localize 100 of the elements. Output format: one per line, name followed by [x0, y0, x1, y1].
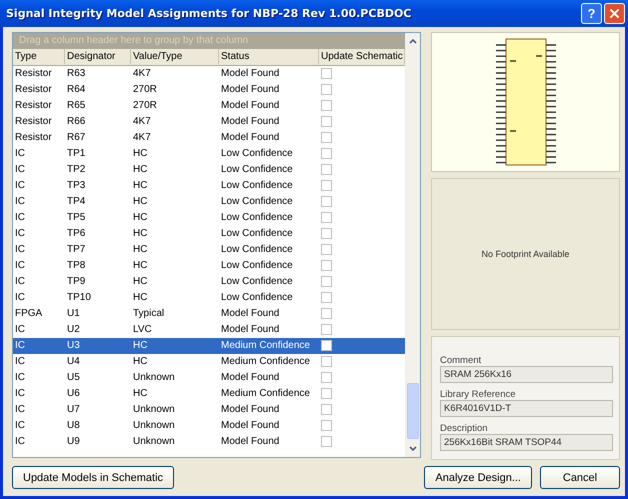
- table-cell-text: 4K7: [132, 116, 152, 128]
- checkbox[interactable]: [321, 372, 332, 384]
- table-cell-text: IC: [14, 244, 26, 256]
- checkbox[interactable]: [321, 356, 332, 368]
- checkbox[interactable]: [321, 68, 332, 80]
- checkbox[interactable]: [321, 84, 332, 96]
- table-row[interactable]: IC TP3 HC Low Confidence: [13, 178, 405, 194]
- close-icon[interactable]: [604, 2, 625, 24]
- table-cell-text: TP5: [66, 212, 86, 224]
- column-header[interactable]: Type: [13, 49, 65, 64]
- checkbox[interactable]: [321, 276, 332, 288]
- table-row[interactable]: Resistor R64 270R Model Found: [13, 82, 405, 98]
- checkbox[interactable]: [321, 164, 332, 176]
- checkbox[interactable]: [321, 292, 332, 304]
- table-cell-text: HC: [132, 340, 148, 352]
- table-cell-text: Low Confidence: [220, 260, 294, 272]
- checkbox[interactable]: [321, 228, 332, 240]
- checkbox[interactable]: [321, 388, 332, 400]
- table-row[interactable]: IC U3 HC Medium Confidence: [13, 338, 405, 354]
- checkbox[interactable]: [321, 420, 332, 432]
- table-cell-text: Model Found: [220, 116, 280, 128]
- table-row[interactable]: IC U2 LVC Model Found: [13, 322, 405, 338]
- table-cell-text: Model Found: [220, 372, 280, 384]
- table-cell-text: FPGA: [14, 308, 44, 320]
- table-cell-text: U8: [66, 420, 81, 432]
- table-row[interactable]: IC U4 HC Medium Confidence: [13, 354, 405, 370]
- table-cell-text: Low Confidence: [220, 148, 294, 160]
- update-models-button[interactable]: Update Models in Schematic: [12, 466, 174, 490]
- table-cell-text: 270R: [132, 84, 158, 96]
- checkbox[interactable]: [321, 244, 332, 256]
- table-cell-text: IC: [14, 356, 26, 368]
- checkbox[interactable]: [321, 324, 332, 336]
- checkbox[interactable]: [321, 148, 332, 160]
- table-cell-text: IC: [14, 148, 26, 160]
- table-row[interactable]: IC TP8 HC Low Confidence: [13, 258, 405, 274]
- table-cell-text: Low Confidence: [220, 292, 294, 304]
- scrollbar-thumb[interactable]: [407, 382, 419, 439]
- table-row[interactable]: IC U6 HC Medium Confidence: [13, 386, 405, 402]
- checkbox[interactable]: [321, 340, 332, 352]
- checkbox[interactable]: [321, 180, 332, 192]
- table-cell-text: HC: [132, 244, 148, 256]
- table-row[interactable]: IC TP10 HC Low Confidence: [13, 290, 405, 306]
- column-header[interactable]: Designator: [65, 49, 131, 64]
- checkbox[interactable]: [321, 404, 332, 416]
- table-cell-text: Model Found: [220, 404, 280, 416]
- table-cell-text: U2: [66, 324, 81, 336]
- table-row[interactable]: Resistor R67 4K7 Model Found: [13, 130, 405, 146]
- table-cell-text: R64: [66, 84, 86, 96]
- table-cell-text: IC: [14, 292, 26, 304]
- table-cell-text: Unknown: [132, 436, 176, 448]
- table-row[interactable]: IC TP6 HC Low Confidence: [13, 226, 405, 242]
- table-row[interactable]: IC TP4 HC Low Confidence: [13, 194, 405, 210]
- help-button[interactable]: ?: [581, 2, 602, 24]
- table-cell-text: U9: [66, 436, 81, 448]
- table-row[interactable]: IC TP2 HC Low Confidence: [13, 162, 405, 178]
- table-cell-text: LVC: [132, 324, 153, 336]
- table-row[interactable]: IC TP5 HC Low Confidence: [13, 210, 405, 226]
- table-cell-text: HC: [132, 292, 148, 304]
- checkbox[interactable]: [321, 436, 332, 448]
- checkbox[interactable]: [321, 212, 332, 224]
- table-cell-text: Model Found: [220, 68, 280, 80]
- table-cell-text: IC: [14, 196, 26, 208]
- table-cell-text: HC: [132, 180, 148, 192]
- table-cell-text: Low Confidence: [220, 212, 294, 224]
- table-row[interactable]: IC TP7 HC Low Confidence: [13, 242, 405, 258]
- scroll-up-icon[interactable]: [409, 38, 417, 44]
- checkbox[interactable]: [321, 196, 332, 208]
- checkbox[interactable]: [321, 308, 332, 320]
- table-cell-text: U6: [66, 388, 81, 400]
- table-row[interactable]: Resistor R65 270R Model Found: [13, 98, 405, 114]
- table-row[interactable]: FPGA U1 Typical Model Found: [13, 306, 405, 322]
- checkbox[interactable]: [321, 132, 332, 144]
- table-cell-text: Resistor: [14, 132, 53, 144]
- table-cell-text: TP8: [66, 260, 86, 272]
- table-cell-text: TP10: [66, 292, 92, 304]
- column-header[interactable]: Value/Type: [131, 49, 219, 64]
- table-cell-text: U5: [66, 372, 81, 384]
- table-row[interactable]: Resistor R63 4K7 Model Found: [13, 66, 405, 82]
- column-header[interactable]: Status: [219, 49, 319, 64]
- table-row[interactable]: IC TP1 HC Low Confidence: [13, 146, 405, 162]
- cancel-button[interactable]: Cancel: [540, 466, 620, 490]
- table-row[interactable]: IC U9 Unknown Model Found: [13, 434, 405, 450]
- table-row[interactable]: IC U5 Unknown Model Found: [13, 370, 405, 386]
- table-row[interactable]: IC U8 Unknown Model Found: [13, 418, 405, 434]
- checkbox[interactable]: [321, 116, 332, 128]
- table-cell-text: HC: [132, 196, 148, 208]
- checkbox[interactable]: [321, 260, 332, 272]
- table-row[interactable]: Resistor R66 4K7 Model Found: [13, 114, 405, 130]
- analyze-design-button[interactable]: Analyze Design...: [424, 466, 532, 490]
- checkbox[interactable]: [321, 100, 332, 112]
- table-cell-text: 4K7: [132, 68, 152, 80]
- scroll-down-icon[interactable]: [409, 446, 417, 452]
- footprint-message: No Footprint Available: [482, 248, 570, 259]
- table-cell-text: HC: [132, 276, 148, 288]
- table-row[interactable]: IC U7 Unknown Model Found: [13, 402, 405, 418]
- table-cell-text: TP7: [66, 244, 86, 256]
- table-cell-text: Low Confidence: [220, 180, 294, 192]
- table-cell-text: HC: [132, 148, 148, 160]
- table-cell-text: IC: [14, 164, 26, 176]
- table-row[interactable]: IC TP9 HC Low Confidence: [13, 274, 405, 290]
